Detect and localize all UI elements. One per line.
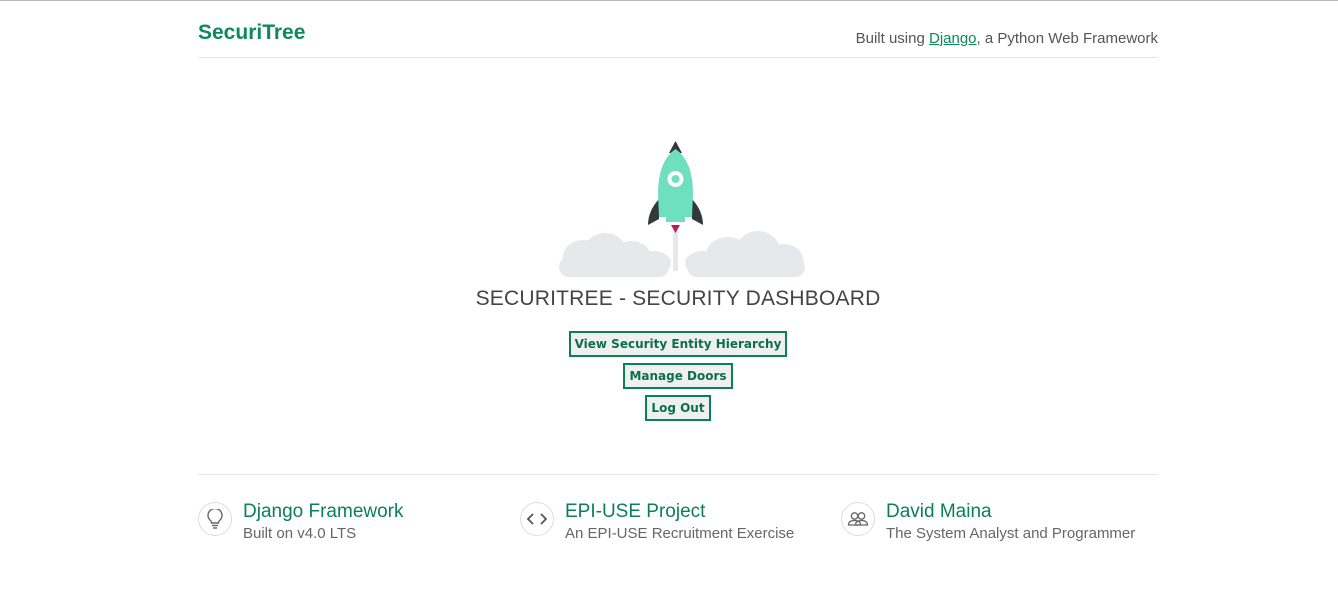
- tagline-suffix: , a Python Web Framework: [976, 30, 1158, 47]
- log-out-button[interactable]: Log Out: [645, 395, 711, 421]
- footer-card-author[interactable]: David Maina The System Analyst and Progr…: [841, 500, 1135, 544]
- footer-card-title: EPI-USE Project: [565, 501, 706, 522]
- page-title: SECURITREE - SECURITY DASHBOARD: [475, 287, 881, 310]
- hero: SECURITREE - SECURITY DASHBOARD View Sec…: [198, 139, 1158, 421]
- rocket-illustration: [543, 139, 813, 279]
- cloud-icon: [559, 231, 805, 277]
- footer-card-subtitle: Built on v4.0 LTS: [243, 525, 357, 542]
- tagline: Built using Django, a Python Web Framewo…: [856, 30, 1158, 47]
- page-container: SecuriTree Built using Django, a Python …: [198, 1, 1158, 542]
- view-hierarchy-button[interactable]: View Security Entity Hierarchy: [568, 331, 788, 357]
- code-icon: [520, 502, 554, 536]
- footer-card-title: David Maina: [886, 501, 992, 522]
- users-icon: [841, 502, 875, 536]
- footer: Django Framework Built on v4.0 LTS EPI-U…: [198, 474, 1158, 595]
- footer-card-title: Django Framework: [243, 501, 404, 522]
- django-link[interactable]: Django: [929, 30, 977, 47]
- brand-logo[interactable]: SecuriTree: [198, 21, 305, 45]
- footer-card-epiuse[interactable]: EPI-USE Project An EPI-USE Recruitment E…: [520, 500, 794, 544]
- tagline-prefix: Built using: [855, 30, 929, 47]
- lightbulb-icon: [198, 502, 232, 536]
- footer-card-subtitle: The System Analyst and Programmer: [886, 525, 1136, 542]
- footer-card-subtitle: An EPI-USE Recruitment Exercise: [565, 525, 795, 542]
- footer-card-django[interactable]: Django Framework Built on v4.0 LTS: [198, 500, 404, 544]
- rocket-icon: [559, 141, 805, 277]
- header: SecuriTree Built using Django, a Python …: [198, 1, 1158, 58]
- manage-doors-button[interactable]: Manage Doors: [623, 363, 733, 389]
- action-buttons: View Security Entity Hierarchy Manage Do…: [198, 331, 1158, 421]
